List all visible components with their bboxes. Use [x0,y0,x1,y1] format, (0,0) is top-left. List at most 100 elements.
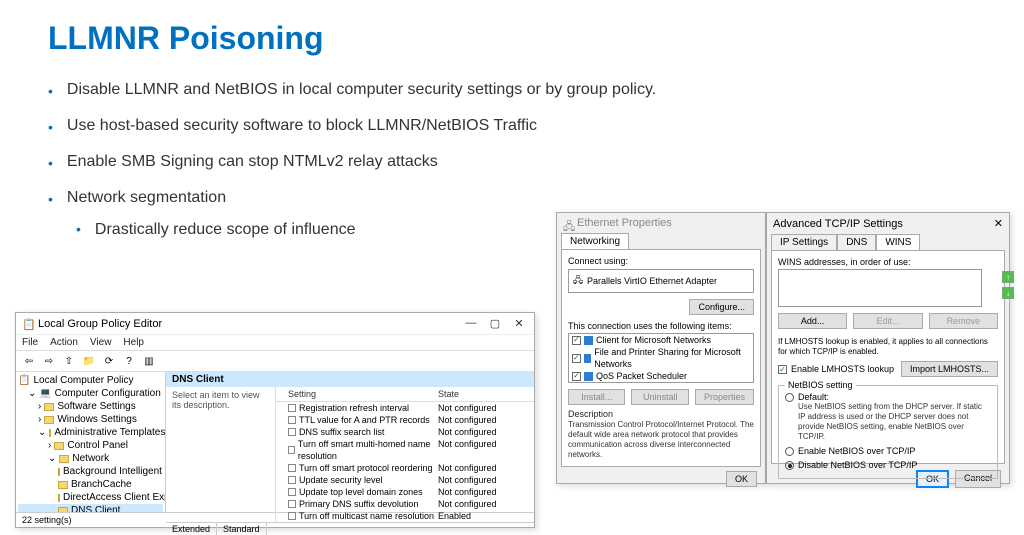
close-icon[interactable]: ✕ [994,217,1003,230]
radio-default[interactable]: Default: Use NetBIOS setting from the DH… [785,392,991,442]
up-icon[interactable]: ⇧ [60,353,78,369]
folder-icon[interactable]: 📁 [80,353,98,369]
item-checkbox[interactable]: ✓ [572,336,581,345]
tree-node-dns-client[interactable]: DNS Client [18,504,163,512]
refresh-icon[interactable]: ⟳ [100,353,118,369]
remove-button[interactable]: Remove [929,313,998,329]
ok-button[interactable]: OK [726,471,757,487]
radio-enable[interactable]: Enable NetBIOS over TCP/IP [785,446,991,456]
setting-row[interactable]: Update top level domain zonesNot configu… [276,486,534,498]
menu-action[interactable]: Action [50,337,78,348]
help-icon[interactable]: ? [120,353,138,369]
description-text: Transmission Control Protocol/Internet P… [568,420,754,460]
sub-bullet-text: Drastically reduce scope of influence [95,221,356,239]
close-icon[interactable]: ✕ [510,317,528,330]
install-button[interactable]: Install... [568,389,625,405]
tree-node[interactable]: ⌄ Network [18,452,163,465]
setting-row[interactable]: Turn off multicast name resolutionEnable… [276,510,534,522]
edit-button[interactable]: Edit... [853,313,922,329]
col-setting[interactable]: Setting [288,389,438,399]
radio-disable[interactable]: Disable NetBIOS over TCP/IP [785,460,991,470]
tree-node[interactable]: › Windows Settings [18,413,163,426]
connection-item[interactable]: ✓File and Printer Sharing for Microsoft … [569,346,753,370]
adv-titlebar[interactable]: Advanced TCP/IP Settings ✕ [767,213,1009,234]
gpo-settings-list[interactable]: Registration refresh intervalNot configu… [276,402,534,522]
setting-icon [288,428,296,436]
tree-node[interactable]: BranchCache [18,478,163,491]
tree-node[interactable]: › Software Settings [18,400,163,413]
setting-row[interactable]: DNS suffix search listNot configured [276,426,534,438]
setting-row[interactable]: Registration refresh intervalNot configu… [276,402,534,414]
move-down-icon[interactable]: ↓ [1002,287,1014,299]
setting-row[interactable]: Turn off smart multi-homed name resoluti… [276,438,534,462]
import-lmhosts-button[interactable]: Import LMHOSTS... [901,361,998,377]
maximize-icon[interactable]: ▢ [486,317,504,330]
menu-file[interactable]: File [22,337,38,348]
filter-icon[interactable]: ▥ [140,353,158,369]
wins-addresses-list[interactable] [778,269,982,307]
bullet-item: •Use host-based security software to blo… [48,117,984,135]
back-icon[interactable]: ⇦ [20,353,38,369]
tree-node[interactable]: Background Intelligent T [18,465,163,478]
tree-node[interactable]: ⌄ Administrative Templates [18,426,163,439]
bullet-text: Network segmentation [67,189,226,207]
configure-button[interactable]: Configure... [689,299,754,315]
radio-icon[interactable] [785,393,794,402]
setting-row[interactable]: TTL value for A and PTR recordsNot confi… [276,414,534,426]
radio-icon[interactable] [785,461,794,470]
adapter-field[interactable]: 🖧 Parallels VirtIO Ethernet Adapter [568,269,754,293]
tree-root[interactable]: 📋 Local Computer Policy [18,374,163,387]
gpo-titlebar[interactable]: 📋 Local Group Policy Editor — ▢ ✕ [16,313,534,334]
enable-lmhosts-checkbox[interactable]: ✓ [778,365,787,374]
menu-help[interactable]: Help [123,337,144,348]
connection-item[interactable]: ✓QoS Packet Scheduler [569,370,753,382]
setting-icon [288,488,296,496]
radio-disable-label: Disable NetBIOS over TCP/IP [798,460,917,470]
tree-node[interactable]: DirectAccess Client Exper [18,491,163,504]
uninstall-button[interactable]: Uninstall [631,389,688,405]
radio-icon[interactable] [785,447,794,456]
connection-item[interactable]: ✓Client for Microsoft Networks [569,334,753,346]
setting-icon [288,404,296,412]
tree-node[interactable]: › Control Panel [18,439,163,452]
setting-row[interactable]: Primary DNS suffix devolutionNot configu… [276,498,534,510]
tree-node[interactable]: ⌄ 💻 Computer Configuration [18,387,163,400]
protocol-icon [584,372,593,381]
connection-item[interactable]: ✓Internet Protocol Version 4 (TCP/IPv4) [569,382,753,383]
tab-extended[interactable]: Extended [166,523,217,535]
radio-default-label: Default: [798,392,991,402]
gpo-description-hint: Select an item to view its description. [166,387,275,413]
setting-icon [288,500,296,508]
adapter-name: Parallels VirtIO Ethernet Adapter [587,276,717,286]
connection-items-list[interactable]: ✓Client for Microsoft Networks✓File and … [568,333,754,383]
eth-titlebar[interactable]: 🖧 Ethernet Properties [557,213,765,233]
netbios-legend: NetBIOS setting [785,380,856,390]
move-up-icon[interactable]: ↑ [1002,271,1014,283]
tab-networking[interactable]: Networking [561,233,629,249]
protocol-icon [584,354,592,363]
gpo-column-headers[interactable]: Setting State [276,387,534,402]
add-button[interactable]: Add... [778,313,847,329]
setting-icon [288,464,296,472]
setting-row[interactable]: Turn off smart protocol reorderingNot co… [276,462,534,474]
setting-icon [288,416,296,424]
netbios-fieldset: NetBIOS setting Default: Use NetBIOS set… [778,385,998,479]
tab-standard[interactable]: Standard [217,523,267,535]
tab-dns[interactable]: DNS [837,234,876,250]
lmhosts-note: If LMHOSTS lookup is enabled, it applies… [778,337,998,357]
setting-row[interactable]: Update security levelNot configured [276,474,534,486]
minimize-icon[interactable]: — [462,317,480,330]
item-checkbox[interactable]: ✓ [572,354,581,363]
gpo-tree[interactable]: 📋 Local Computer Policy ⌄ 💻 Computer Con… [16,372,166,512]
forward-icon[interactable]: ⇨ [40,353,58,369]
item-checkbox[interactable]: ✓ [572,372,581,381]
tab-wins[interactable]: WINS [876,234,920,250]
properties-button[interactable]: Properties [695,389,754,405]
tab-ip-settings[interactable]: IP Settings [771,234,837,250]
gpo-bottom-tabs: Extended Standard [166,522,534,535]
col-state[interactable]: State [438,389,528,399]
setting-icon [288,476,296,484]
setting-icon [288,512,296,520]
menu-view[interactable]: View [90,337,112,348]
gpo-app-icon: 📋 [22,318,34,330]
